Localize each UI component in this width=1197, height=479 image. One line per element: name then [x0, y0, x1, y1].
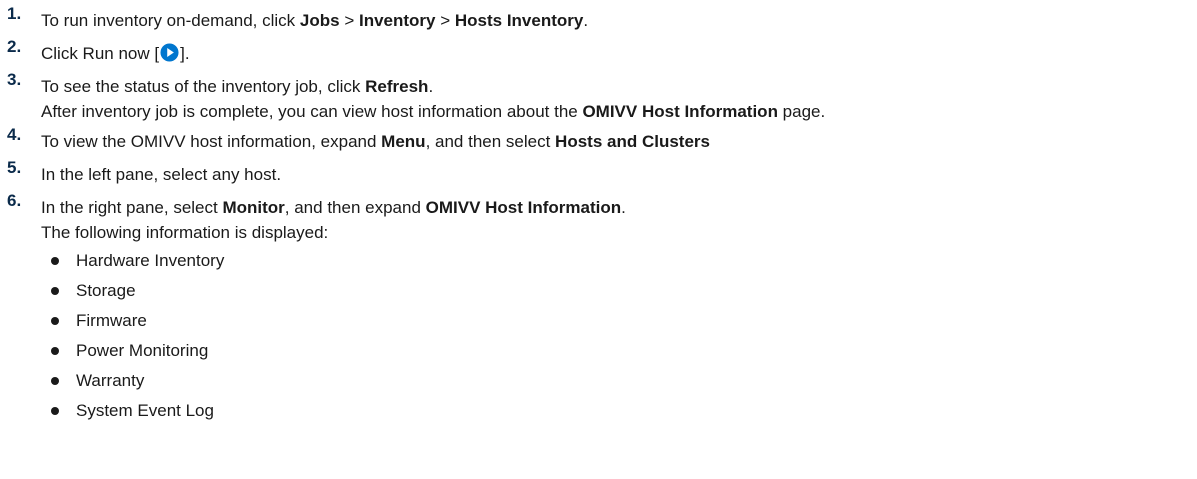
list-item-label: Hardware Inventory — [76, 251, 225, 270]
list-item: Power Monitoring — [49, 336, 1197, 366]
note-text-part: After inventory job is complete, you can… — [41, 102, 583, 121]
step-text-part: , and then select — [425, 132, 556, 151]
hosts-and-clusters-label: Hosts and Clusters — [555, 132, 710, 151]
step-3: 3. To see the status of the inventory jo… — [0, 70, 1197, 125]
step-text-part: . — [621, 198, 626, 217]
list-item: Warranty — [49, 366, 1197, 396]
step-text-part: Click Run now [ — [41, 44, 160, 63]
list-item-label: Power Monitoring — [76, 341, 209, 360]
bullet-icon — [51, 257, 59, 265]
step-text-part: , and then expand — [284, 198, 426, 217]
displayed-information-list: Hardware Inventory Storage Firmware Powe… — [41, 246, 1197, 426]
step-text-part: . — [428, 77, 434, 96]
step-text-part: . — [583, 11, 589, 30]
list-item-label: Warranty — [76, 371, 145, 390]
step-2: 2. Click Run now []. — [0, 37, 1197, 70]
step-number: 6. — [7, 191, 22, 210]
bullet-icon — [51, 407, 59, 415]
separator: > — [339, 11, 359, 30]
refresh-label: Refresh — [365, 77, 429, 96]
step-text-part: To view the OMIVV host information, expa… — [41, 132, 382, 151]
bullet-icon — [51, 287, 59, 295]
bullet-icon — [51, 347, 59, 355]
step-5: 5. In the left pane, select any host. — [0, 158, 1197, 191]
step-text: To run inventory on-demand, click Jobs >… — [41, 4, 1197, 37]
menu-inventory: Inventory — [358, 11, 436, 30]
bullet-icon — [51, 317, 59, 325]
step-text: Click Run now []. — [41, 37, 1197, 70]
menu-hosts-inventory: Hosts Inventory — [454, 11, 584, 30]
list-item-label: System Event Log — [76, 401, 214, 420]
list-item: Firmware — [49, 306, 1197, 336]
list-item-label: Storage — [76, 281, 136, 300]
separator: > — [435, 11, 455, 30]
step-number: 2. — [7, 37, 22, 56]
omivv-host-information-label: OMIVV Host Information — [582, 102, 778, 121]
note-text-part: page. — [777, 102, 826, 121]
step-text-part: ]. — [180, 44, 190, 63]
menu-jobs: Jobs — [299, 11, 340, 30]
step-6: 6. In the right pane, select Monitor, an… — [0, 191, 1197, 426]
bullet-icon — [51, 377, 59, 385]
step-text: In the left pane, select any host. — [41, 165, 282, 184]
step-note: After inventory job is complete, you can… — [41, 98, 1197, 125]
menu-label: Menu — [381, 132, 426, 151]
step-number: 4. — [7, 125, 22, 144]
step-text-part: To see the status of the inventory job, … — [41, 77, 366, 96]
step-text-part: To run inventory on-demand, click — [41, 11, 300, 30]
step-number: 1. — [7, 4, 22, 23]
list-item: System Event Log — [49, 396, 1197, 426]
run-now-icon — [160, 43, 179, 62]
list-item: Hardware Inventory — [49, 246, 1197, 276]
monitor-label: Monitor — [222, 198, 285, 217]
list-item: Storage — [49, 276, 1197, 306]
step-number: 5. — [7, 158, 22, 177]
step-text-part: In the right pane, select — [41, 198, 223, 217]
step-1: 1. To run inventory on-demand, click Job… — [0, 4, 1197, 37]
procedure-document: 1. To run inventory on-demand, click Job… — [0, 0, 1197, 426]
step-number: 3. — [7, 70, 22, 89]
list-item-label: Firmware — [76, 311, 147, 330]
step-text: To view the OMIVV host information, expa… — [41, 125, 1197, 158]
omivv-host-information-label: OMIVV Host Information — [425, 198, 622, 217]
step-4: 4. To view the OMIVV host information, e… — [0, 125, 1197, 158]
